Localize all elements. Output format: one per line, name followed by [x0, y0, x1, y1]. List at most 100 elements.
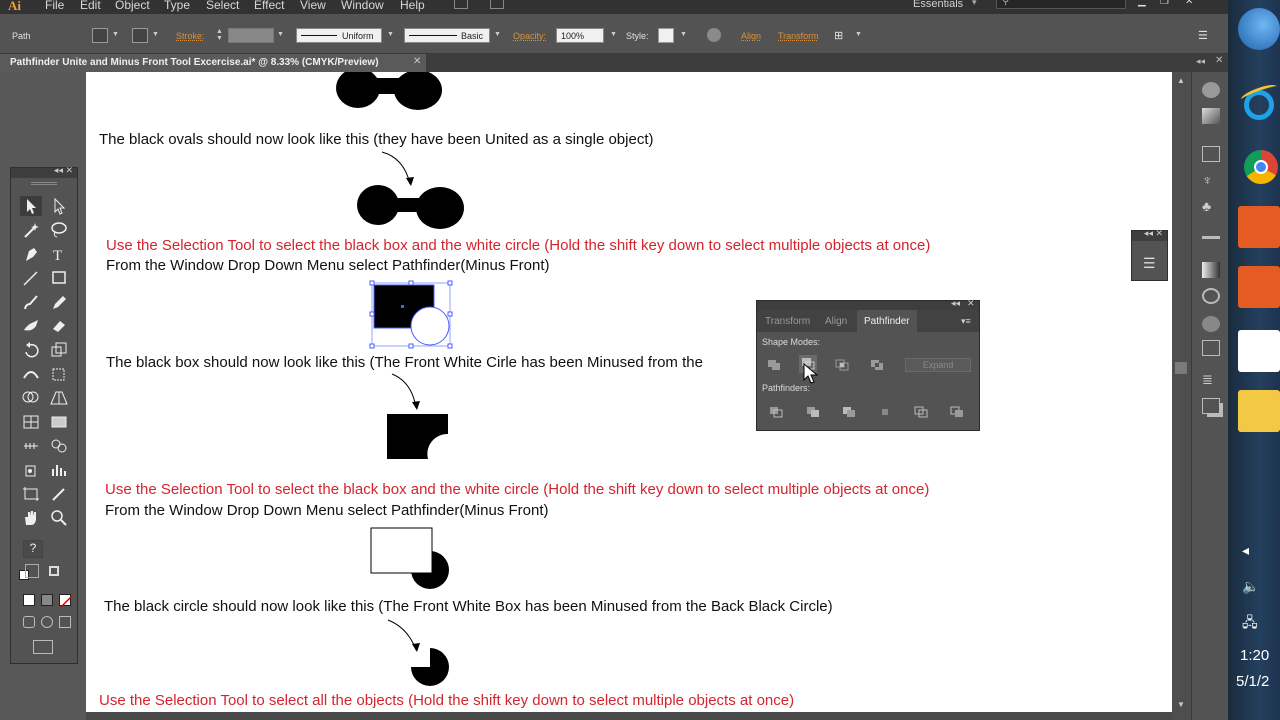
- artboard[interactable]: The black ovals should now look like thi…: [86, 72, 1172, 720]
- menu-icon[interactable]: ☰: [1143, 255, 1156, 272]
- artboards-icon[interactable]: [1202, 398, 1220, 414]
- bridge-icon[interactable]: [454, 0, 468, 9]
- symbol-sprayer-tool-icon[interactable]: [20, 460, 42, 480]
- divide-button[interactable]: [767, 405, 785, 419]
- selection-tool-icon[interactable]: [20, 196, 42, 216]
- network-icon[interactable]: 🖧: [1242, 612, 1258, 636]
- internet-explorer-icon[interactable]: [1238, 81, 1280, 126]
- column-graph-tool-icon[interactable]: [48, 460, 70, 480]
- clock-time[interactable]: 1:20: [1240, 647, 1269, 664]
- transform-link[interactable]: Transform: [778, 31, 819, 41]
- close-tab-icon[interactable]: ✕: [413, 56, 421, 67]
- blend-tool-icon[interactable]: [48, 436, 70, 456]
- shape-builder-tool-icon[interactable]: [20, 388, 42, 408]
- draw-mode-buttons[interactable]: [19, 614, 71, 630]
- minimize-icon[interactable]: ▁: [1138, 0, 1152, 7]
- layers-icon[interactable]: ≣: [1202, 372, 1220, 388]
- close-window-icon[interactable]: ✕: [1185, 0, 1199, 7]
- color-button[interactable]: [23, 594, 35, 606]
- start-button-icon[interactable]: [1238, 8, 1280, 50]
- stroke-panel-icon[interactable]: [1202, 236, 1220, 252]
- close-panel-icon[interactable]: ✕: [1215, 55, 1223, 66]
- symbols-icon[interactable]: ♣: [1202, 198, 1220, 214]
- menu-view[interactable]: View: [300, 0, 326, 12]
- paintbrush-tool-icon[interactable]: [20, 292, 42, 312]
- rotate-tool-icon[interactable]: [20, 340, 42, 360]
- selected-box-and-circle[interactable]: [369, 280, 453, 349]
- stroke-label[interactable]: Stroke:: [176, 31, 205, 41]
- eraser-tool-icon[interactable]: [48, 316, 70, 336]
- color-guide-icon[interactable]: [1202, 108, 1220, 124]
- direct-selection-tool-icon[interactable]: [48, 196, 70, 216]
- crop-button[interactable]: [876, 405, 894, 419]
- tools-panel-header[interactable]: ◂◂ ✕: [11, 165, 77, 178]
- presentation-app-icon[interactable]: [1238, 206, 1280, 248]
- menu-edit[interactable]: Edit: [80, 0, 101, 12]
- intersect-button[interactable]: [833, 358, 851, 372]
- menu-help[interactable]: Help: [400, 0, 425, 12]
- panel-menu-icon[interactable]: ☰: [1198, 29, 1208, 42]
- brush-definition-select[interactable]: Basic: [404, 28, 490, 43]
- screen-mode-icon[interactable]: [33, 640, 53, 654]
- slice-tool-icon[interactable]: [48, 484, 70, 504]
- menu-type[interactable]: Type: [164, 0, 190, 12]
- brushes-icon[interactable]: ♆: [1202, 172, 1220, 188]
- stroke-swatch[interactable]: [132, 28, 148, 43]
- minus-front-result-circle[interactable]: [411, 648, 449, 686]
- fill-stroke-swatches[interactable]: [19, 564, 71, 586]
- outline-button[interactable]: [912, 405, 930, 419]
- unite-button[interactable]: [765, 358, 783, 372]
- gradient-button[interactable]: [41, 594, 53, 606]
- rectangle-tool-icon[interactable]: [48, 268, 70, 288]
- graphic-style-swatch[interactable]: [658, 28, 674, 43]
- none-button[interactable]: [59, 594, 72, 608]
- width-tool-icon[interactable]: [20, 364, 42, 384]
- type-tool-icon[interactable]: T: [48, 244, 70, 264]
- free-transform-tool-icon[interactable]: [48, 364, 70, 384]
- chevron-down-icon[interactable]: ▼: [152, 31, 159, 38]
- line-segment-tool-icon[interactable]: [20, 268, 42, 288]
- exclude-button[interactable]: [868, 358, 886, 372]
- chevron-down-icon[interactable]: ▼: [112, 31, 119, 38]
- scroll-up-icon[interactable]: ▲: [1177, 76, 1185, 85]
- color-mode-buttons[interactable]: [19, 592, 72, 608]
- grip-icon[interactable]: [31, 182, 57, 185]
- zoom-tool-icon[interactable]: [48, 508, 70, 528]
- graphic-styles-icon[interactable]: [1202, 340, 1220, 356]
- calendar-app-icon[interactable]: [1238, 330, 1280, 372]
- chevron-down-icon[interactable]: ▼: [494, 31, 501, 38]
- tab-pathfinder[interactable]: Pathfinder: [857, 310, 917, 332]
- united-ovals-shape[interactable]: [357, 185, 464, 229]
- collapse-icon[interactable]: ◂◂ ✕: [54, 165, 73, 176]
- tab-align[interactable]: Align: [825, 316, 847, 327]
- variable-width-profile-select[interactable]: Uniform: [296, 28, 382, 43]
- swatches-icon[interactable]: [1202, 146, 1220, 162]
- stroke-weight-field[interactable]: [228, 28, 274, 43]
- pen-tool-icon[interactable]: [20, 244, 42, 264]
- collapse-icon[interactable]: ◂◂: [951, 298, 960, 309]
- gradient-panel-icon[interactable]: [1202, 262, 1220, 278]
- clock-date[interactable]: 5/1/2: [1236, 673, 1269, 690]
- artboard-tool-icon[interactable]: [20, 484, 42, 504]
- opacity-field[interactable]: 100%: [556, 28, 604, 43]
- align-link[interactable]: Align: [741, 31, 761, 41]
- chevron-down-icon[interactable]: ▼: [277, 31, 284, 38]
- document-tab[interactable]: Pathfinder Unite and Minus Front Tool Ex…: [0, 54, 426, 72]
- artwork-layer[interactable]: [86, 72, 1172, 720]
- chevron-down-icon[interactable]: ▼: [610, 31, 617, 38]
- file-explorer-icon[interactable]: [1238, 390, 1280, 432]
- pathfinder-panel-header[interactable]: ◂◂ ✕: [757, 298, 979, 310]
- scroll-thumb[interactable]: [1175, 362, 1187, 374]
- volume-icon[interactable]: 🔈: [1242, 578, 1259, 595]
- scroll-down-icon[interactable]: ▼: [1177, 700, 1185, 709]
- scale-tool-icon[interactable]: [48, 340, 70, 360]
- collapsed-panel-header[interactable]: ◂◂ ✕: [1132, 228, 1167, 241]
- menu-object[interactable]: Object: [115, 0, 150, 12]
- menu-window[interactable]: Window: [341, 0, 384, 12]
- workspace-switcher[interactable]: Essentials: [913, 0, 963, 10]
- show-hidden-icons-icon[interactable]: ◂: [1242, 542, 1249, 559]
- united-ovals-shape-top[interactable]: [336, 72, 442, 110]
- gradient-tool-icon[interactable]: [48, 412, 70, 432]
- transform-each-icon[interactable]: ⊞: [834, 29, 843, 42]
- minus-back-button[interactable]: [948, 405, 966, 419]
